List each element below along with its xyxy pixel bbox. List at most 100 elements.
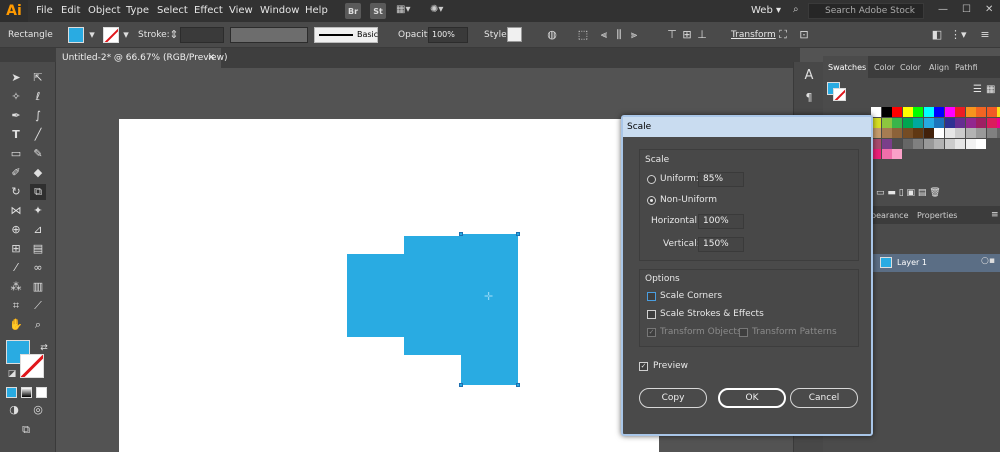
layer-target-icon[interactable]: ○▪ [981, 256, 995, 266]
align-to-icon[interactable]: ⬚ [576, 28, 590, 42]
rectangle-medium[interactable] [404, 236, 461, 355]
none-mode-icon[interactable] [36, 387, 47, 398]
color-swatch[interactable] [986, 117, 997, 128]
list-view-icon[interactable]: ☰ [973, 84, 982, 95]
screen-mode-icon[interactable]: ◎ [30, 402, 46, 418]
draw-normal-icon[interactable]: ◑ [6, 402, 22, 418]
paragraph-panel-icon[interactable]: ¶ [801, 90, 817, 106]
scale-strokes-checkbox[interactable] [647, 310, 656, 319]
lasso-tool-icon[interactable]: ℓ [30, 89, 46, 105]
stroke-stepper-icon[interactable]: ⇕ [167, 28, 181, 42]
color-swatch[interactable] [881, 107, 892, 117]
menu-object[interactable]: Object [88, 5, 121, 16]
layer-row[interactable]: Layer 1 ○▪ [871, 254, 1000, 272]
character-panel-icon[interactable]: A [801, 68, 817, 84]
stroke-weight-field[interactable] [180, 27, 224, 43]
eraser-tool-icon[interactable]: ◆ [30, 165, 46, 181]
align-right-icon[interactable]: ⫸ [627, 28, 641, 42]
color-swatch[interactable] [944, 138, 955, 149]
mesh-tool-icon[interactable]: ⊞ [8, 241, 24, 257]
selection-handle[interactable] [459, 232, 463, 236]
zoom-tool-icon[interactable]: ⌕ [30, 317, 46, 333]
column-graph-tool-icon[interactable]: ▥ [30, 279, 46, 295]
color-swatch[interactable] [955, 107, 965, 117]
edit-contents-icon[interactable]: ⊡ [797, 28, 811, 42]
uniform-radio[interactable] [647, 175, 656, 184]
artboard-tool-icon[interactable]: ⌗ [8, 298, 24, 314]
color-swatch[interactable] [913, 128, 923, 138]
direct-selection-tool-icon[interactable]: ⇱ [30, 70, 46, 86]
color-swatch[interactable] [976, 128, 986, 138]
color-swatch[interactable] [986, 107, 997, 117]
align-left-icon[interactable]: ⫷ [597, 28, 611, 42]
selection-handle[interactable] [516, 383, 520, 387]
maximize-icon[interactable]: ☐ [962, 4, 971, 15]
swap-fill-stroke-icon[interactable]: ⇄ [36, 340, 52, 356]
scale-tool-icon[interactable]: ⧉ [30, 184, 46, 200]
stroke-color-swatch[interactable] [103, 27, 119, 43]
ok-button[interactable]: OK [718, 388, 786, 408]
color-swatch[interactable] [892, 128, 902, 138]
thumbnail-view-icon[interactable]: ▦ [986, 84, 995, 95]
color-swatch[interactable] [913, 138, 923, 149]
align-bottom-icon[interactable]: ⊥ [695, 28, 709, 42]
shape-builder-tool-icon[interactable]: ⊕ [8, 222, 24, 238]
recolor-artwork-icon[interactable]: ◍ [545, 28, 559, 42]
color-swatch[interactable] [902, 107, 913, 117]
gradient-tool-icon[interactable]: ▤ [30, 241, 46, 257]
color-swatch[interactable] [892, 149, 902, 159]
width-tool-icon[interactable]: ⋈ [8, 203, 24, 219]
menu-help[interactable]: Help [305, 5, 328, 16]
menu-view[interactable]: View [229, 5, 253, 16]
tab-color-guide[interactable]: Color [900, 63, 921, 72]
color-swatch[interactable] [944, 128, 955, 138]
color-swatch[interactable] [944, 107, 955, 117]
color-swatch[interactable] [976, 138, 986, 149]
color-mode-icon[interactable] [6, 387, 17, 398]
stroke-swatch[interactable] [20, 354, 44, 378]
color-swatch[interactable] [902, 138, 913, 149]
type-tool-icon[interactable]: T [8, 127, 24, 143]
color-swatch[interactable] [923, 117, 934, 128]
color-swatch[interactable] [923, 138, 934, 149]
color-swatch[interactable] [934, 138, 944, 149]
selection-handle[interactable] [459, 383, 463, 387]
close-icon[interactable]: ✕ [985, 4, 993, 15]
chevron-down-icon[interactable]: ▾ [119, 28, 133, 42]
color-swatch[interactable] [934, 107, 944, 117]
color-swatch[interactable] [976, 107, 986, 117]
color-swatch[interactable] [934, 128, 944, 138]
tab-properties[interactable]: Properties [917, 211, 957, 220]
rectangle-small[interactable] [347, 254, 404, 337]
chevron-down-icon[interactable]: ▾ [85, 28, 99, 42]
color-swatch[interactable] [955, 128, 965, 138]
rectangle-large-selected[interactable] [461, 234, 518, 385]
panel-stroke-swatch[interactable] [833, 88, 846, 101]
pen-tool-icon[interactable]: ✒ [8, 108, 24, 124]
document-tab[interactable]: Untitled-2* @ 66.67% (RGB/Preview) ✕ [56, 48, 227, 68]
tab-color[interactable]: Color [874, 63, 895, 72]
isolate-group-icon[interactable]: ⛶ [776, 28, 790, 42]
shaper-tool-icon[interactable]: ✐ [8, 165, 24, 181]
bridge-button[interactable]: Br [345, 3, 361, 19]
color-swatch[interactable] [913, 117, 923, 128]
color-swatch[interactable] [892, 107, 902, 117]
default-fill-stroke-icon[interactable]: ◪ [4, 366, 20, 382]
menu-edit[interactable]: Edit [61, 5, 80, 16]
color-swatch[interactable] [902, 117, 913, 128]
color-swatch[interactable] [965, 128, 976, 138]
slice-tool-icon[interactable]: ⟋ [30, 298, 46, 314]
color-swatch[interactable] [955, 138, 965, 149]
arrange-documents-icon[interactable]: ▦▾ [396, 4, 410, 15]
uniform-input[interactable]: 85% [698, 172, 744, 187]
vertical-input[interactable]: 150% [698, 237, 744, 252]
menu-type[interactable]: Type [126, 5, 149, 16]
edit-toolbar-icon[interactable]: ⧉ [18, 422, 34, 438]
close-tab-icon[interactable]: ✕ [207, 53, 215, 63]
color-swatch[interactable] [976, 117, 986, 128]
stock-button[interactable]: St [370, 3, 386, 19]
tab-swatches[interactable]: Swatches [828, 63, 866, 72]
line-segment-tool-icon[interactable]: ╱ [30, 127, 46, 143]
gpu-performance-icon[interactable]: ✺▾ [430, 4, 443, 15]
color-swatch[interactable] [923, 107, 934, 117]
